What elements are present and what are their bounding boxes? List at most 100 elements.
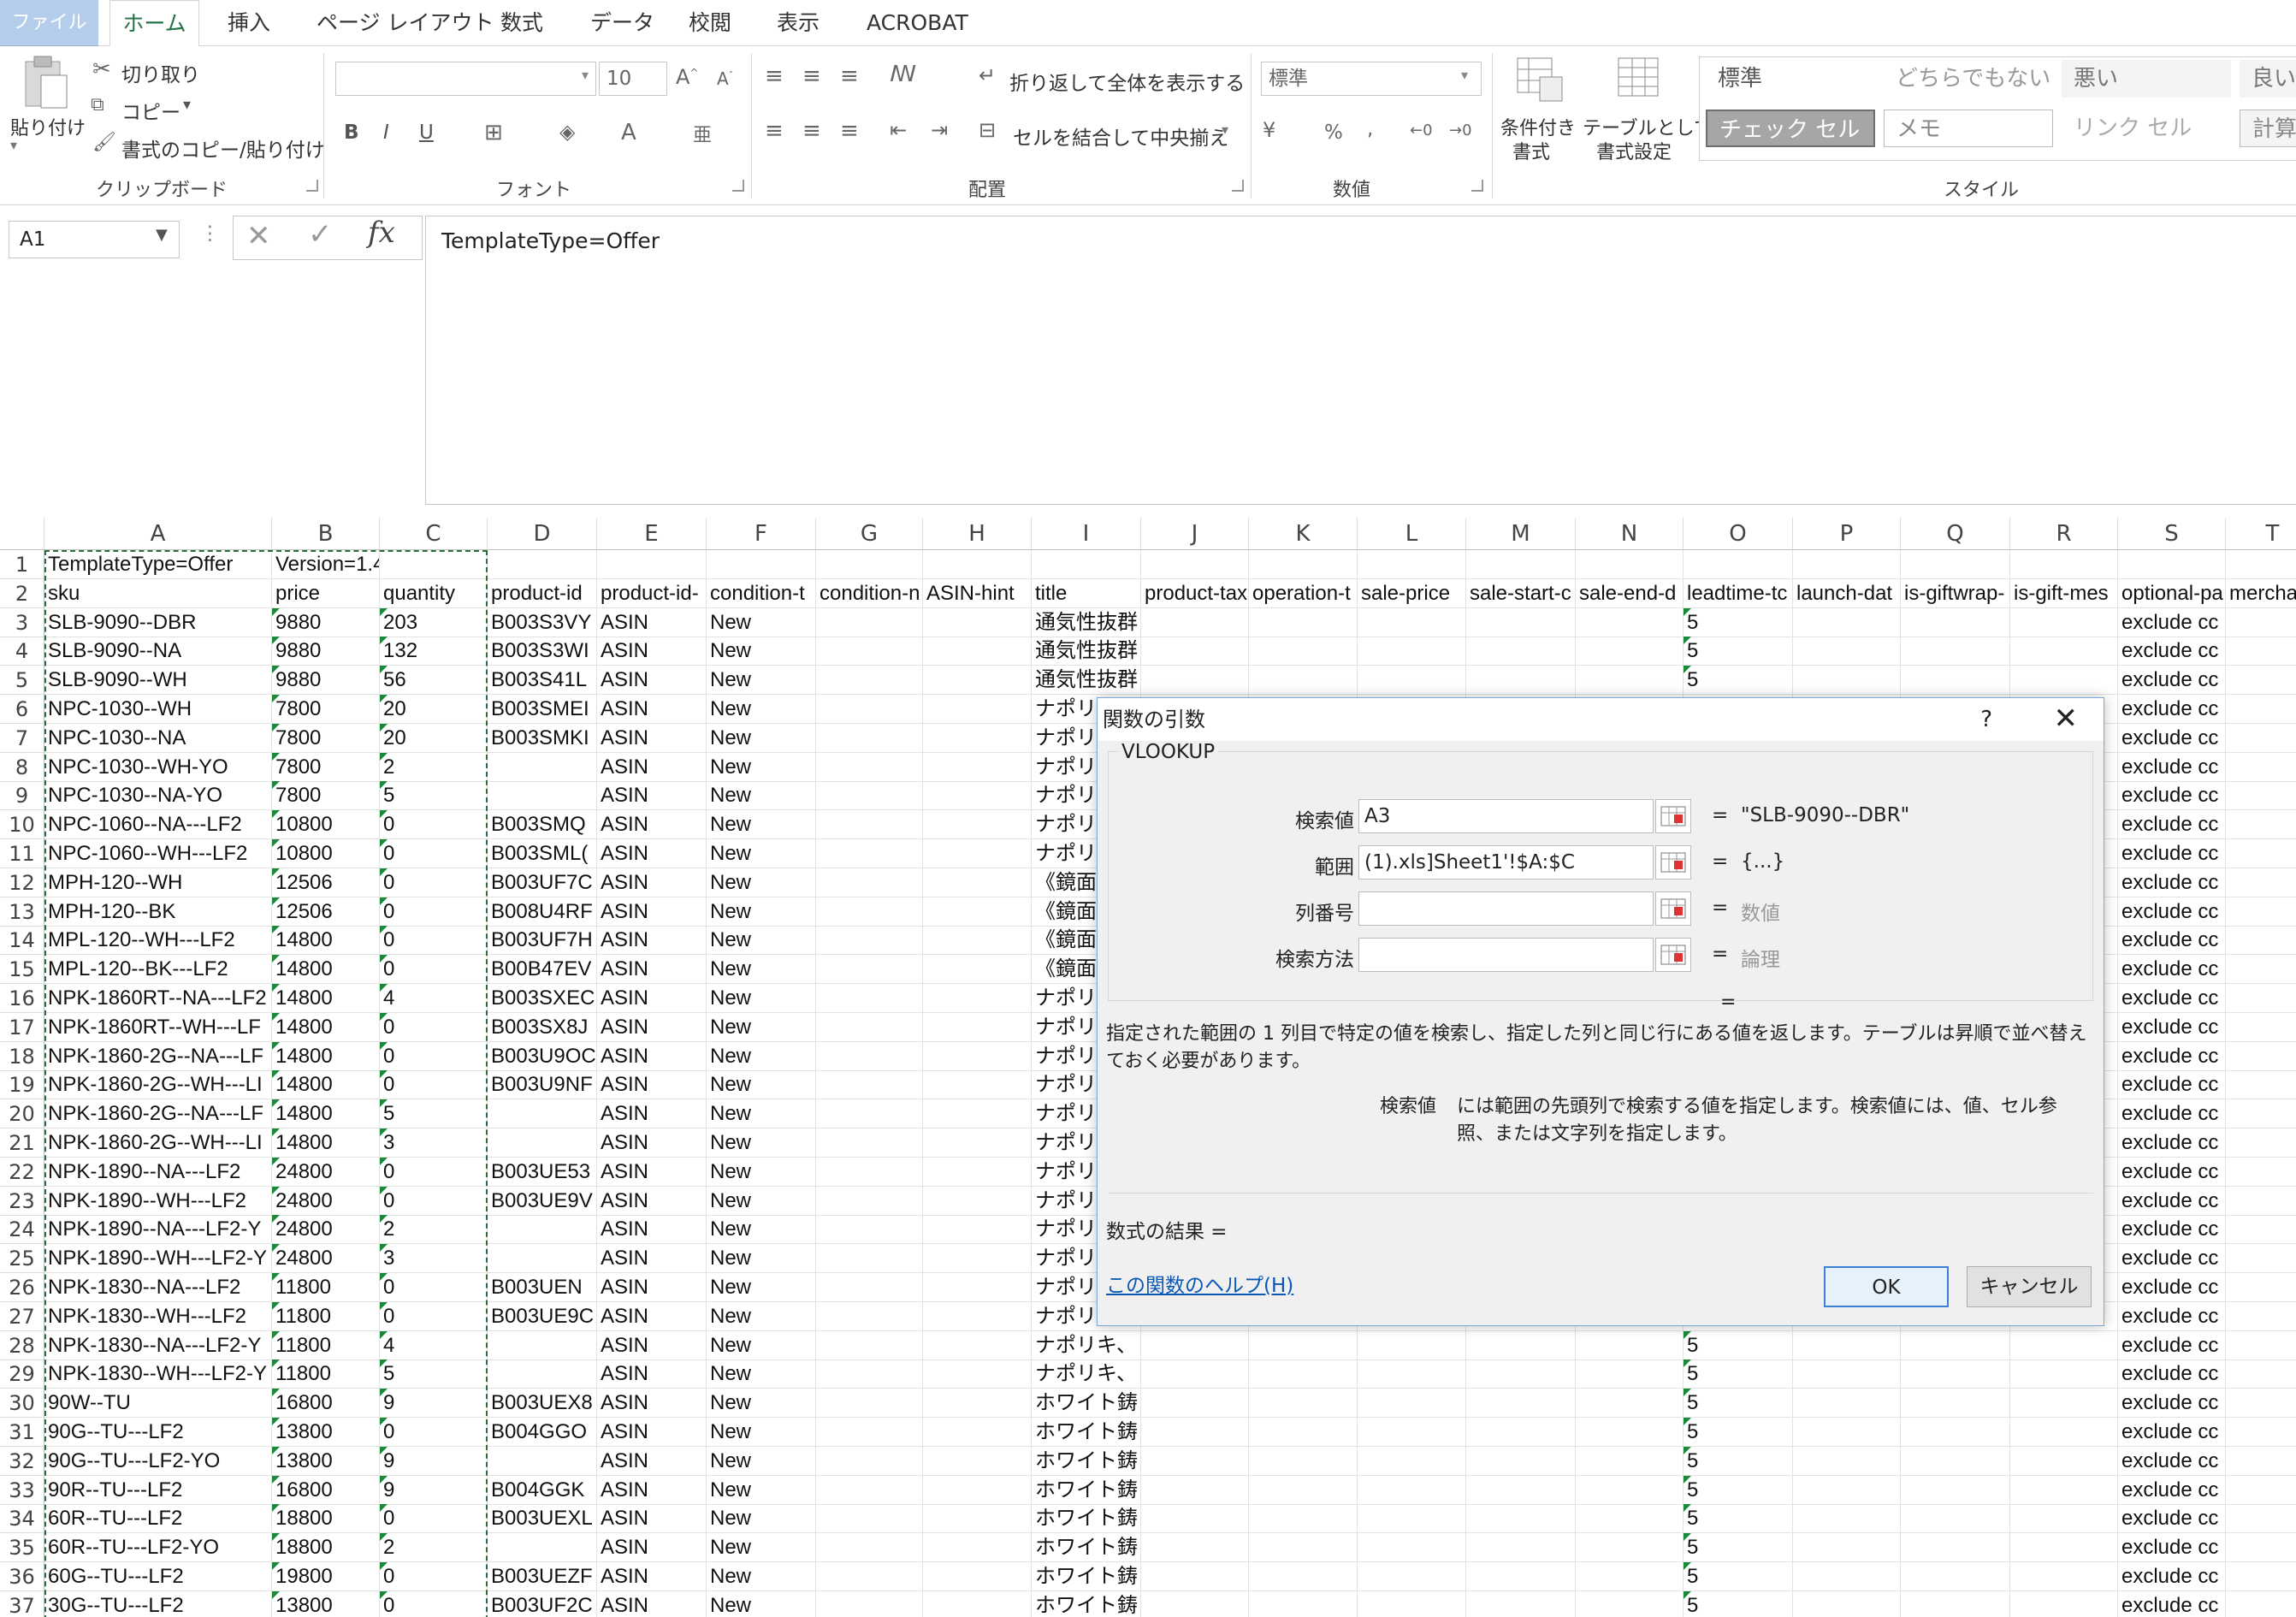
cell-B[interactable]: 7800 xyxy=(272,723,380,753)
cell-H[interactable] xyxy=(923,1157,1032,1187)
cell-H[interactable] xyxy=(923,1186,1032,1216)
cell-F[interactable]: New xyxy=(707,1504,816,1534)
cell-E[interactable]: ASIN xyxy=(597,897,707,927)
cell-B[interactable]: 11800 xyxy=(272,1273,380,1302)
tab-file[interactable]: ファイル xyxy=(0,0,98,46)
cell-B[interactable]: 19800 xyxy=(272,1562,380,1591)
cell-H[interactable] xyxy=(923,781,1032,811)
cell-C[interactable]: 0 xyxy=(380,1504,488,1534)
cell-H[interactable] xyxy=(923,752,1032,782)
cell-S[interactable]: exclude cc xyxy=(2118,1041,2226,1071)
cell-S[interactable]: exclude cc xyxy=(2118,1128,2226,1158)
cell-T[interactable] xyxy=(2226,839,2296,868)
cell-B[interactable]: 14800 xyxy=(272,1128,380,1158)
cell-B[interactable]: 18800 xyxy=(272,1504,380,1534)
style-check-cell[interactable]: チェック セル xyxy=(1706,110,1875,147)
cell-G[interactable] xyxy=(816,1157,923,1187)
row-header[interactable]: 10 xyxy=(0,810,44,840)
cell-C[interactable]: 0 xyxy=(380,1186,488,1216)
cell-I[interactable]: ホワイト鋳 xyxy=(1032,1562,1141,1591)
column-header[interactable]: I xyxy=(1032,518,1141,550)
cell-S[interactable]: exclude cc xyxy=(2118,1157,2226,1187)
cell-S[interactable]: exclude cc xyxy=(2118,1186,2226,1216)
column-header[interactable]: R xyxy=(2010,518,2118,550)
cell-I[interactable]: 通気性抜群 xyxy=(1032,666,1141,696)
cell-S[interactable]: exclude cc xyxy=(2118,752,2226,782)
style-memo[interactable]: メモ xyxy=(1884,110,2053,147)
cell-C[interactable]: 4 xyxy=(380,984,488,1013)
cell-C[interactable]: 2 xyxy=(380,1215,488,1245)
cell-J[interactable] xyxy=(1141,637,1249,666)
cell-K[interactable] xyxy=(1249,1590,1358,1617)
number-format-select[interactable]: 標準 xyxy=(1261,62,1482,96)
cell-E[interactable]: ASIN xyxy=(597,1070,707,1100)
cell-S[interactable]: exclude cc xyxy=(2118,1099,2226,1129)
cancel-icon[interactable]: ✕ xyxy=(246,219,271,253)
cell-Q[interactable] xyxy=(1901,1562,2010,1591)
cell-K[interactable]: operation-t xyxy=(1249,578,1358,608)
cell-I[interactable]: 通気性抜群 xyxy=(1032,607,1141,637)
cell-J[interactable] xyxy=(1141,1590,1249,1617)
cell-D[interactable]: B003SMKI xyxy=(488,723,597,753)
cell-H[interactable] xyxy=(923,1099,1032,1129)
cell-C[interactable]: 5 xyxy=(380,1359,488,1389)
collapse-dialog-icon[interactable] xyxy=(1655,799,1691,833)
cell-C[interactable]: 132 xyxy=(380,637,488,666)
cell-D[interactable] xyxy=(488,550,597,579)
cell-P[interactable] xyxy=(1793,1359,1901,1389)
cell-D[interactable]: B003SML( xyxy=(488,839,597,868)
cell-J[interactable] xyxy=(1141,1418,1249,1447)
cell-G[interactable] xyxy=(816,984,923,1013)
cell-F[interactable]: New xyxy=(707,607,816,637)
cell-E[interactable]: ASIN xyxy=(597,1301,707,1331)
collapse-dialog-icon[interactable] xyxy=(1655,938,1691,972)
cell-R[interactable] xyxy=(2010,1330,2118,1360)
cell-Q[interactable] xyxy=(1901,1359,2010,1389)
cell-H[interactable] xyxy=(923,1562,1032,1591)
row-header[interactable]: 36 xyxy=(0,1562,44,1591)
cell-K[interactable] xyxy=(1249,1475,1358,1505)
cell-E[interactable]: ASIN xyxy=(597,1186,707,1216)
cell-E[interactable]: product-id- xyxy=(597,578,707,608)
cell-F[interactable]: New xyxy=(707,781,816,811)
cell-R[interactable] xyxy=(2010,1562,2118,1591)
cell-S[interactable]: optional-pa xyxy=(2118,578,2226,608)
cell-L[interactable] xyxy=(1358,550,1466,579)
cell-Q[interactable] xyxy=(1901,1533,2010,1563)
cell-Q[interactable] xyxy=(1901,1389,2010,1419)
cell-C[interactable]: 5 xyxy=(380,781,488,811)
cell-S[interactable]: exclude cc xyxy=(2118,1475,2226,1505)
cell-G[interactable] xyxy=(816,1389,923,1419)
cell-T[interactable] xyxy=(2226,1331,2296,1360)
cell-E[interactable]: ASIN xyxy=(597,1418,707,1447)
decrease-font-icon[interactable]: Aˇ xyxy=(717,68,733,89)
cell-T[interactable] xyxy=(2226,1013,2296,1042)
cell-S[interactable]: exclude cc xyxy=(2118,984,2226,1013)
cell-N[interactable] xyxy=(1576,1446,1684,1476)
cell-M[interactable] xyxy=(1466,1475,1576,1505)
column-header[interactable]: G xyxy=(816,518,923,550)
row-header[interactable]: 7 xyxy=(0,723,44,753)
cell-R[interactable] xyxy=(2010,1446,2118,1476)
cell-P[interactable] xyxy=(1793,550,1901,579)
row-header[interactable]: 27 xyxy=(0,1301,44,1331)
cell-M[interactable] xyxy=(1466,1330,1576,1360)
cell-C[interactable]: 0 xyxy=(380,868,488,897)
cell-S[interactable]: exclude cc xyxy=(2118,1418,2226,1447)
cell-S[interactable]: exclude cc xyxy=(2118,723,2226,753)
cell-D[interactable] xyxy=(488,1359,597,1389)
cell-J[interactable] xyxy=(1141,1504,1249,1534)
cell-C[interactable]: 0 xyxy=(380,897,488,927)
cell-E[interactable]: ASIN xyxy=(597,955,707,985)
row-header[interactable]: 31 xyxy=(0,1418,44,1447)
cell-R[interactable]: is-gift-mes xyxy=(2010,578,2118,608)
arg-input[interactable] xyxy=(1358,938,1654,972)
tab-insert[interactable]: 挿入 xyxy=(228,0,270,46)
cell-O[interactable]: 5 xyxy=(1684,1446,1793,1476)
cell-F[interactable]: New xyxy=(707,1301,816,1331)
cell-F[interactable]: New xyxy=(707,1533,816,1563)
cell-B[interactable]: 14800 xyxy=(272,1070,380,1100)
cell-T[interactable] xyxy=(2226,1447,2296,1476)
cell-A[interactable]: TemplateType=Offer xyxy=(44,550,272,579)
column-header[interactable]: F xyxy=(707,518,816,550)
